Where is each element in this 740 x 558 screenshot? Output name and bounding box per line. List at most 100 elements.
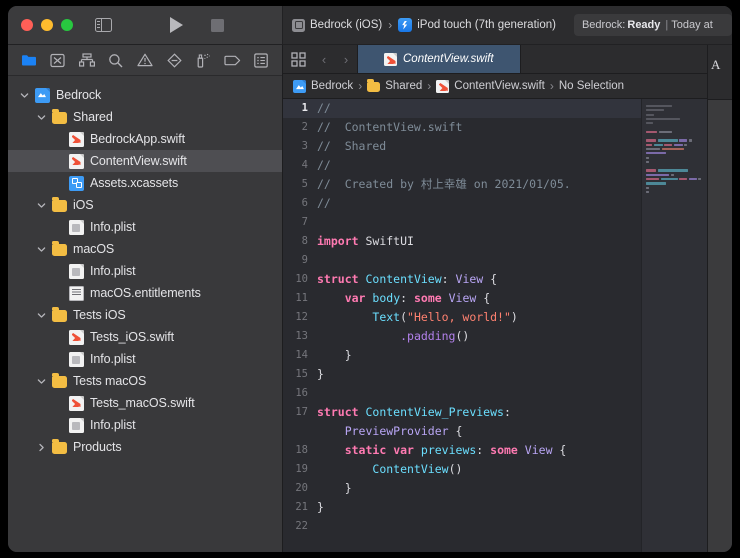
swift-file-icon <box>69 153 84 169</box>
run-button[interactable] <box>170 17 183 33</box>
tree-row-shared[interactable]: Shared <box>8 106 282 128</box>
minimap-line <box>642 169 707 172</box>
plist-file-icon <box>69 417 84 433</box>
tree-row-info-plist[interactable]: Info.plist <box>8 216 282 238</box>
breadcrumb-item[interactable]: No Selection <box>559 80 624 92</box>
line-number: 18 <box>295 444 308 456</box>
line-number: 10 <box>295 273 308 285</box>
code-line[interactable]: 19 ContentView() <box>283 460 641 479</box>
editor-tab-contentview[interactable]: ContentView.swift <box>357 45 521 73</box>
tree-row-ios[interactable]: iOS <box>8 194 282 216</box>
tree-row-tests-macos-swift[interactable]: Tests_macOS.swift <box>8 392 282 414</box>
stop-button[interactable] <box>211 18 224 32</box>
code-line[interactable]: 7 <box>283 213 641 232</box>
minimap-line <box>642 186 707 190</box>
tree-row-macos-entitlements[interactable]: macOS.entitlements <box>8 282 282 304</box>
tree-row-products[interactable]: Products <box>8 436 282 458</box>
tree-row-label: Info.plist <box>90 418 136 432</box>
search-icon[interactable] <box>107 52 124 69</box>
traffic-light-group <box>21 19 73 31</box>
minimap-line <box>642 190 707 194</box>
activity-status-bar[interactable]: Bedrock: Ready | Today at <box>573 14 732 36</box>
tree-row-info-plist[interactable]: Info.plist <box>8 414 282 436</box>
code-text-area[interactable]: 1 // 2 // ContentView.swift 3 // Shared 4 // 5 //… <box>283 99 641 552</box>
source-control-icon[interactable] <box>49 52 66 69</box>
breadcrumb-item[interactable]: ContentView.swift <box>454 80 545 92</box>
tree-row-macos[interactable]: macOS <box>8 238 282 260</box>
minimize-button[interactable] <box>41 19 53 31</box>
hierarchy-icon[interactable] <box>78 52 95 69</box>
scheme-selector[interactable]: Bedrock (iOS) › iPod touch (7th generati… <box>292 18 556 32</box>
code-line[interactable]: PreviewProvider { <box>283 422 641 441</box>
code-line[interactable]: 8 import SwiftUI <box>283 232 641 251</box>
tree-row-tests-macos[interactable]: Tests macOS <box>8 370 282 392</box>
code-line[interactable]: 11 var body: some View { <box>283 289 641 308</box>
zoom-button[interactable] <box>61 19 73 31</box>
code-line[interactable]: 22 <box>283 517 641 536</box>
code-line[interactable]: 20 } <box>283 479 641 498</box>
tree-row-contentview-swift[interactable]: ContentView.swift <box>8 150 282 172</box>
tree-row-tests-ios[interactable]: Tests iOS <box>8 304 282 326</box>
tree-row-info-plist[interactable]: Info.plist <box>8 260 282 282</box>
breadcrumb-item[interactable]: Bedrock <box>311 80 353 92</box>
code-line[interactable]: 3 // Shared <box>283 137 641 156</box>
tree-row-info-plist[interactable]: Info.plist <box>8 348 282 370</box>
chevron-right-icon[interactable] <box>35 443 48 452</box>
tree-row-bedrockapp-swift[interactable]: BedrockApp.swift <box>8 128 282 150</box>
chevron-down-icon[interactable] <box>18 91 31 100</box>
chevron-down-icon[interactable] <box>35 311 48 320</box>
code-line[interactable]: 17 struct ContentView_Previews: <box>283 403 641 422</box>
line-number: 5 <box>301 178 308 190</box>
code-line[interactable]: 18 static var previews: some View { <box>283 441 641 460</box>
code-line[interactable]: 14 } <box>283 346 641 365</box>
minimap-line <box>642 152 707 155</box>
related-items-icon[interactable] <box>283 45 313 73</box>
minimap-line <box>642 156 707 160</box>
toggle-navigator-icon[interactable] <box>95 18 112 32</box>
status-time: Today at <box>671 19 713 31</box>
warning-triangle-icon[interactable] <box>136 52 153 69</box>
tree-row-tests-ios-swift[interactable]: Tests_iOS.swift <box>8 326 282 348</box>
diamond-icon[interactable] <box>166 52 183 69</box>
code-line-text: struct ContentView: View { <box>317 272 498 286</box>
code-line[interactable]: 1 // <box>283 99 641 118</box>
tag-icon[interactable] <box>224 52 241 69</box>
destination-device-icon <box>398 18 413 32</box>
code-minimap[interactable] <box>641 99 707 552</box>
chevron-down-icon[interactable] <box>35 245 48 254</box>
code-line[interactable]: 6 // <box>283 194 641 213</box>
minimap-line <box>642 147 707 151</box>
report-list-icon[interactable] <box>253 52 270 69</box>
tree-row-label: Info.plist <box>90 220 136 234</box>
code-line[interactable]: 12 Text("Hello, world!") <box>283 308 641 327</box>
code-line[interactable]: 2 // ContentView.swift <box>283 118 641 137</box>
code-line[interactable]: 9 <box>283 251 641 270</box>
code-line[interactable]: 4 // <box>283 156 641 175</box>
go-forward-button[interactable]: › <box>335 45 357 73</box>
code-line-text: // Shared <box>317 139 387 153</box>
code-line[interactable]: 13 .padding() <box>283 327 641 346</box>
code-line[interactable]: 10 struct ContentView: View { <box>283 270 641 289</box>
tree-row-assets-xcassets[interactable]: Assets.xcassets <box>8 172 282 194</box>
folder-icon[interactable] <box>20 52 37 69</box>
spray-icon[interactable] <box>195 52 212 69</box>
chevron-down-icon[interactable] <box>35 113 48 122</box>
code-line[interactable]: 15} <box>283 365 641 384</box>
code-line[interactable]: 16 <box>283 384 641 403</box>
code-line[interactable]: 5 // Created by 村上幸雄 on 2021/01/05. <box>283 175 641 194</box>
minimap-line <box>642 122 707 125</box>
close-button[interactable] <box>21 19 33 31</box>
tree-row-label: ContentView.swift <box>90 154 187 168</box>
line-number: 21 <box>295 501 308 513</box>
code-line[interactable]: 21} <box>283 498 641 517</box>
chevron-down-icon[interactable] <box>35 201 48 210</box>
minimap-line <box>642 173 707 177</box>
minimap-line <box>642 126 707 129</box>
line-number: 6 <box>301 197 308 209</box>
breadcrumb-item[interactable]: Shared <box>385 80 422 92</box>
chevron-down-icon[interactable] <box>35 377 48 386</box>
folder-icon <box>52 307 67 322</box>
tree-row-bedrock[interactable]: Bedrock <box>8 84 282 106</box>
code-line-text: // <box>317 158 331 172</box>
go-back-button[interactable]: ‹ <box>313 45 335 73</box>
